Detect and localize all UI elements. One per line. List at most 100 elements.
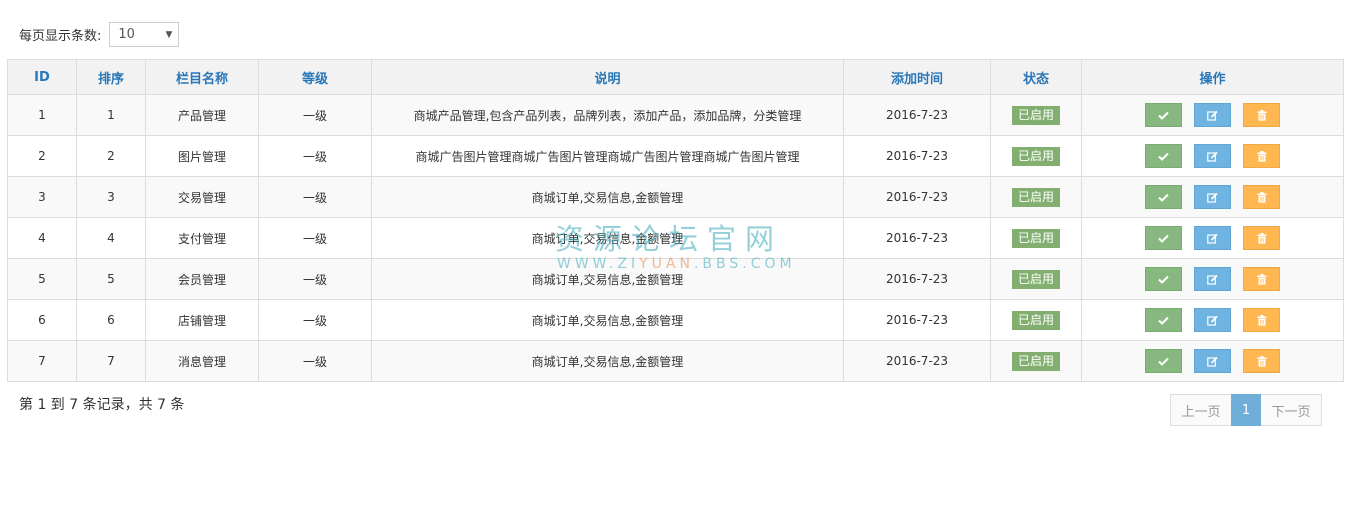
- edit-button[interactable]: [1194, 308, 1231, 332]
- table-row: 1 1 产品管理 一级 商城产品管理,包含产品列表，品牌列表，添加产品，添加品牌，分类管…: [7, 94, 1344, 136]
- edit-icon: [1207, 356, 1218, 367]
- chevron-down-icon: ▼: [165, 29, 173, 40]
- column-header-id[interactable]: ID: [7, 59, 77, 95]
- page-length-select[interactable]: 10 ▼: [109, 22, 180, 47]
- edit-icon: [1207, 192, 1218, 203]
- edit-button[interactable]: [1194, 185, 1231, 209]
- cell-status: 已启用: [990, 299, 1082, 341]
- cell-status: 已启用: [990, 176, 1082, 218]
- check-icon: [1158, 357, 1169, 366]
- trash-icon: [1257, 355, 1267, 367]
- cell-level: 一级: [258, 94, 372, 136]
- check-icon: [1158, 275, 1169, 284]
- column-header-status[interactable]: 状态: [990, 59, 1082, 95]
- enable-button[interactable]: [1145, 267, 1182, 291]
- delete-button[interactable]: [1243, 185, 1280, 209]
- edit-button[interactable]: [1194, 144, 1231, 168]
- edit-button[interactable]: [1194, 226, 1231, 250]
- delete-button[interactable]: [1243, 103, 1280, 127]
- delete-button[interactable]: [1243, 267, 1280, 291]
- cell-order: 4: [76, 217, 146, 259]
- page-length-label: 每页显示条数:: [19, 29, 102, 44]
- check-icon: [1158, 193, 1169, 202]
- table-row: 5 5 会员管理 一级 商城订单,交易信息,金额管理 2016-7-23 已启用: [7, 258, 1344, 300]
- enable-button[interactable]: [1145, 103, 1182, 127]
- delete-button[interactable]: [1243, 226, 1280, 250]
- cell-name: 图片管理: [145, 135, 259, 177]
- table-row: 2 2 图片管理 一级 商城广告图片管理商城广告图片管理商城广告图片管理商城广告图片管理…: [7, 135, 1344, 177]
- cell-id: 3: [7, 176, 77, 218]
- cell-order: 5: [76, 258, 146, 300]
- cell-name: 产品管理: [145, 94, 259, 136]
- status-badge: 已启用: [1011, 310, 1060, 330]
- cell-level: 一级: [258, 340, 372, 382]
- cell-description: 商城订单,交易信息,金额管理: [371, 299, 844, 341]
- cell-level: 一级: [258, 176, 372, 218]
- page-length-control: 每页显示条数: 10 ▼: [19, 22, 180, 47]
- enable-button[interactable]: [1145, 226, 1182, 250]
- edit-button[interactable]: [1194, 349, 1231, 373]
- edit-icon: [1207, 151, 1218, 162]
- column-header-description[interactable]: 说明: [371, 59, 844, 95]
- row-actions: [1083, 349, 1343, 373]
- cell-actions: [1081, 94, 1344, 136]
- delete-button[interactable]: [1243, 349, 1280, 373]
- table-row: 6 6 店铺管理 一级 商城订单,交易信息,金额管理 2016-7-23 已启用: [7, 299, 1344, 341]
- edit-icon: [1207, 274, 1218, 285]
- next-page-button[interactable]: 下一页: [1260, 394, 1322, 426]
- status-badge: 已启用: [1011, 269, 1060, 289]
- cell-level: 一级: [258, 135, 372, 177]
- check-icon: [1158, 152, 1169, 161]
- enable-button[interactable]: [1145, 308, 1182, 332]
- page: 每页显示条数: 10 ▼ ID 排序 栏目名称 等级 说明 添加时间 状态 操作…: [0, 0, 1358, 505]
- cell-order: 1: [76, 94, 146, 136]
- cell-id: 1: [7, 94, 77, 136]
- cell-name: 消息管理: [145, 340, 259, 382]
- edit-icon: [1207, 110, 1218, 121]
- cell-id: 7: [7, 340, 77, 382]
- cell-date: 2016-7-23: [843, 176, 991, 218]
- cell-description: 商城订单,交易信息,金额管理: [371, 217, 844, 259]
- enable-button[interactable]: [1145, 144, 1182, 168]
- status-badge: 已启用: [1011, 146, 1060, 166]
- row-actions: [1083, 103, 1343, 127]
- cell-actions: [1081, 217, 1344, 259]
- cell-order: 3: [76, 176, 146, 218]
- cell-actions: [1081, 340, 1344, 382]
- status-badge: 已启用: [1011, 351, 1060, 371]
- edit-button[interactable]: [1194, 103, 1231, 127]
- cell-status: 已启用: [990, 340, 1082, 382]
- status-badge: 已启用: [1011, 228, 1060, 248]
- cell-order: 2: [76, 135, 146, 177]
- records-info: 第 1 到 7 条记录，共 7 条: [19, 397, 185, 413]
- trash-icon: [1257, 273, 1267, 285]
- trash-icon: [1257, 191, 1267, 203]
- page-length-value: 10: [118, 27, 135, 42]
- cell-level: 一级: [258, 217, 372, 259]
- row-actions: [1083, 267, 1343, 291]
- cell-status: 已启用: [990, 258, 1082, 300]
- cell-id: 4: [7, 217, 77, 259]
- enable-button[interactable]: [1145, 185, 1182, 209]
- table-body: 1 1 产品管理 一级 商城产品管理,包含产品列表，品牌列表，添加产品，添加品牌，分类管…: [7, 94, 1344, 382]
- enable-button[interactable]: [1145, 349, 1182, 373]
- cell-order: 6: [76, 299, 146, 341]
- prev-page-button[interactable]: 上一页: [1170, 394, 1232, 426]
- delete-button[interactable]: [1243, 144, 1280, 168]
- edit-button[interactable]: [1194, 267, 1231, 291]
- column-header-date[interactable]: 添加时间: [843, 59, 991, 95]
- cell-status: 已启用: [990, 217, 1082, 259]
- delete-button[interactable]: [1243, 308, 1280, 332]
- cell-actions: [1081, 258, 1344, 300]
- cell-level: 一级: [258, 299, 372, 341]
- column-header-level[interactable]: 等级: [258, 59, 372, 95]
- status-badge: 已启用: [1011, 187, 1060, 207]
- cell-actions: [1081, 135, 1344, 177]
- page-1-button[interactable]: 1: [1231, 394, 1261, 426]
- column-header-order[interactable]: 排序: [76, 59, 146, 95]
- cell-status: 已启用: [990, 94, 1082, 136]
- cell-date: 2016-7-23: [843, 299, 991, 341]
- column-header-name[interactable]: 栏目名称: [145, 59, 259, 95]
- cell-date: 2016-7-23: [843, 135, 991, 177]
- cell-description: 商城订单,交易信息,金额管理: [371, 340, 844, 382]
